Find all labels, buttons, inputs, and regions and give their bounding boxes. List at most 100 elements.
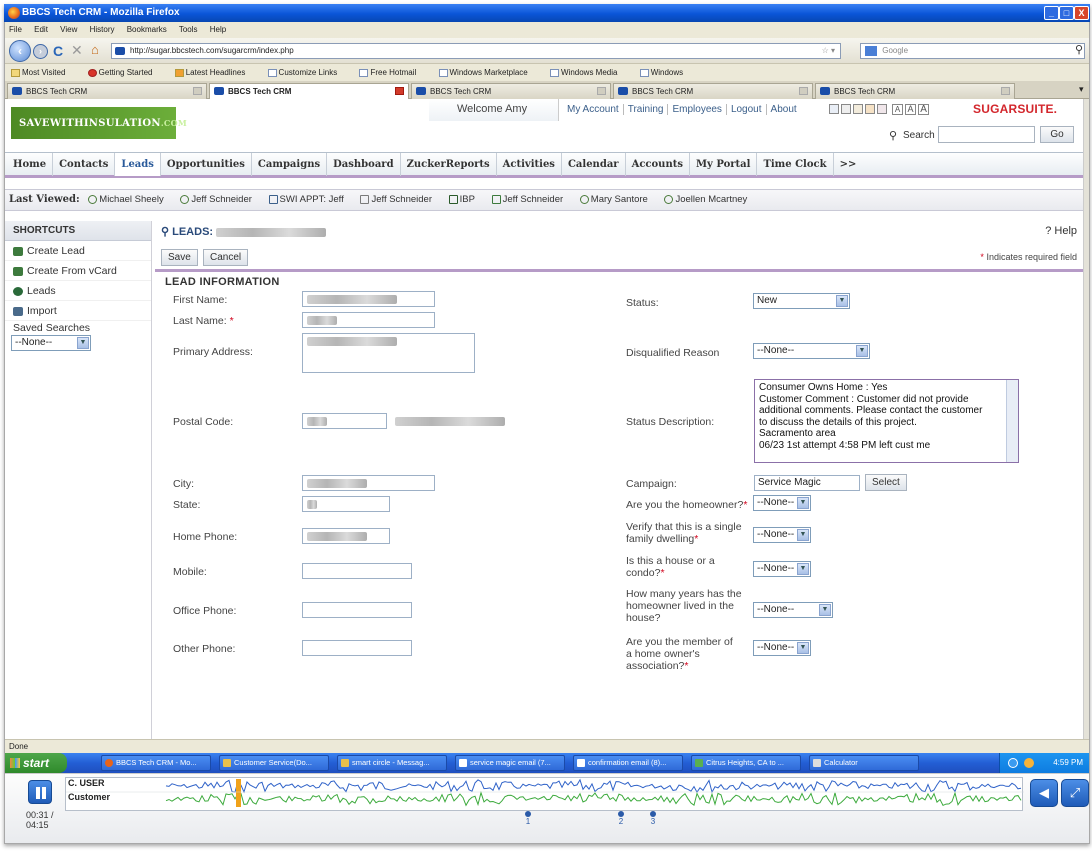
close-button[interactable]: X — [1074, 6, 1089, 20]
bookmark-item[interactable]: Windows — [639, 68, 693, 77]
pause-button[interactable] — [28, 780, 52, 804]
tab-zuckerreports[interactable]: ZuckerReports — [401, 153, 497, 176]
employees-link[interactable]: Employees — [668, 104, 727, 115]
bookmark-item[interactable]: Getting Started — [87, 68, 163, 77]
maximize-button[interactable]: □ — [1059, 6, 1074, 20]
tab-more[interactable]: >> — [834, 153, 863, 176]
url-bar[interactable]: http://sugar.bbcstech.com/sugarcrm/index… — [111, 43, 841, 59]
last-viewed-item[interactable]: Mary Santore — [579, 194, 655, 205]
tab-time-clock[interactable]: Time Clock — [757, 153, 834, 176]
tab-calendar[interactable]: Calendar — [562, 153, 626, 176]
help-link[interactable]: ? Help — [1045, 225, 1077, 237]
create-from-vcard-link[interactable]: Create From vCard — [5, 261, 151, 281]
menu-history[interactable]: History — [90, 25, 115, 34]
last-viewed-item[interactable]: Joellen Mcartney — [664, 194, 754, 205]
tab-home[interactable]: Home — [7, 153, 54, 176]
audio-waveform-track[interactable] — [65, 777, 1024, 811]
mobile-field[interactable] — [302, 563, 412, 579]
bookmark-item[interactable]: Windows Marketplace — [438, 68, 538, 77]
expand-icon[interactable]: ⤢ — [1061, 779, 1089, 807]
taskbar-item[interactable]: Customer Service(Do... — [219, 755, 329, 771]
hoa-select[interactable]: --None-- ▼ — [753, 640, 811, 656]
tab-opportunities[interactable]: Opportunities — [161, 153, 252, 176]
search-magnifier-icon[interactable]: ⚲ — [1075, 43, 1083, 56]
theme-swatch[interactable] — [865, 104, 875, 115]
page-scrollbar[interactable] — [1083, 99, 1089, 739]
bookmark-item[interactable]: Most Visited — [11, 68, 75, 77]
bookmark-item[interactable]: Free Hotmail — [359, 68, 426, 77]
theme-swatch[interactable] — [877, 104, 887, 115]
browser-tab[interactable]: BBCS Tech CRM — [815, 83, 1015, 99]
saved-searches-select[interactable]: --None-- ▼ — [11, 335, 91, 351]
tab-close-icon[interactable] — [1001, 87, 1010, 95]
tab-accounts[interactable]: Accounts — [626, 153, 690, 176]
office-phone-field[interactable] — [302, 602, 412, 618]
font-size-small[interactable]: A — [892, 103, 904, 115]
years-lived-select[interactable]: --None-- ▼ — [753, 602, 833, 618]
create-lead-link[interactable]: Create Lead — [5, 241, 151, 261]
last-viewed-item[interactable]: Jeff Schneider — [180, 194, 259, 205]
homeowner-select[interactable]: --None-- ▼ — [753, 495, 811, 511]
theme-swatch[interactable] — [841, 104, 851, 115]
primary-address-field[interactable] — [302, 333, 475, 373]
tab-campaigns[interactable]: Campaigns — [252, 153, 328, 176]
taskbar-item[interactable]: confirmation email (8)... — [573, 755, 683, 771]
network-icon[interactable] — [1008, 758, 1018, 768]
tab-activities[interactable]: Activities — [497, 153, 562, 176]
bookmark-item[interactable]: Windows Media — [549, 68, 627, 77]
other-phone-field[interactable] — [302, 640, 412, 656]
taskbar-item[interactable]: service magic email (7... — [455, 755, 565, 771]
status-select[interactable]: New ▼ — [753, 293, 850, 309]
browser-tab-active[interactable]: BBCS Tech CRM — [209, 83, 409, 99]
my-account-link[interactable]: My Account — [563, 104, 624, 115]
bookmark-star-icon[interactable]: ☆ ▾ — [822, 44, 835, 58]
city-field[interactable] — [302, 475, 435, 491]
import-link[interactable]: Import — [5, 301, 151, 321]
single-family-select[interactable]: --None-- ▼ — [753, 527, 811, 543]
state-field[interactable] — [302, 496, 390, 512]
tab-contacts[interactable]: Contacts — [53, 153, 116, 176]
tab-close-icon[interactable] — [193, 87, 202, 95]
home-icon[interactable]: ⌂ — [91, 42, 99, 57]
menu-edit[interactable]: Edit — [34, 25, 48, 34]
about-link[interactable]: About — [767, 104, 801, 115]
web-search-input[interactable]: Google — [860, 43, 1085, 59]
menu-help[interactable]: Help — [210, 25, 226, 34]
browser-tab[interactable]: BBCS Tech CRM — [411, 83, 611, 99]
leads-link[interactable]: Leads — [5, 281, 151, 301]
status-description-field[interactable]: Consumer Owns Home : Yes Customer Commen… — [754, 379, 1019, 463]
last-viewed-item[interactable]: IBP — [448, 194, 482, 205]
last-viewed-item[interactable]: Michael Sheely — [88, 194, 170, 205]
tab-leads[interactable]: Leads — [115, 153, 161, 176]
start-button[interactable]: start — [5, 753, 67, 773]
volume-icon[interactable]: ◀ — [1030, 779, 1058, 807]
save-button[interactable]: Save — [161, 249, 198, 266]
tab-close-icon[interactable] — [799, 87, 808, 95]
tab-list-icon[interactable]: ▾ — [1079, 84, 1084, 95]
browser-tab[interactable]: BBCS Tech CRM — [7, 83, 207, 99]
disqualified-reason-select[interactable]: --None-- ▼ — [753, 343, 870, 359]
back-arrow-icon[interactable]: ‹ — [9, 40, 31, 62]
training-link[interactable]: Training — [623, 104, 669, 115]
menu-bookmarks[interactable]: Bookmarks — [127, 25, 167, 34]
postal-code-field[interactable] — [302, 413, 387, 429]
textarea-scrollbar[interactable] — [1006, 380, 1018, 462]
playhead[interactable] — [236, 779, 241, 807]
taskbar-item[interactable]: BBCS Tech CRM - Mo... — [101, 755, 211, 771]
first-name-field[interactable] — [302, 291, 435, 307]
tab-close-icon[interactable] — [597, 87, 606, 95]
theme-swatch[interactable] — [829, 104, 839, 115]
bookmark-item[interactable]: Customize Links — [267, 68, 348, 77]
theme-swatch[interactable] — [853, 104, 863, 115]
last-viewed-item[interactable]: Jeff Schneider — [491, 194, 571, 205]
campaign-field[interactable]: Service Magic — [754, 475, 860, 491]
marker-3[interactable]: 3 — [650, 811, 656, 826]
font-size-large[interactable]: A — [918, 103, 930, 115]
menu-view[interactable]: View — [60, 25, 77, 34]
marker-2[interactable]: 2 — [618, 811, 624, 826]
house-condo-select[interactable]: --None-- ▼ — [753, 561, 811, 577]
minimize-button[interactable]: _ — [1044, 6, 1059, 20]
forward-arrow-icon[interactable]: › — [33, 44, 48, 59]
last-viewed-item[interactable]: SWI APPT: Jeff — [268, 194, 351, 205]
bookmark-item[interactable]: Latest Headlines — [174, 68, 256, 77]
